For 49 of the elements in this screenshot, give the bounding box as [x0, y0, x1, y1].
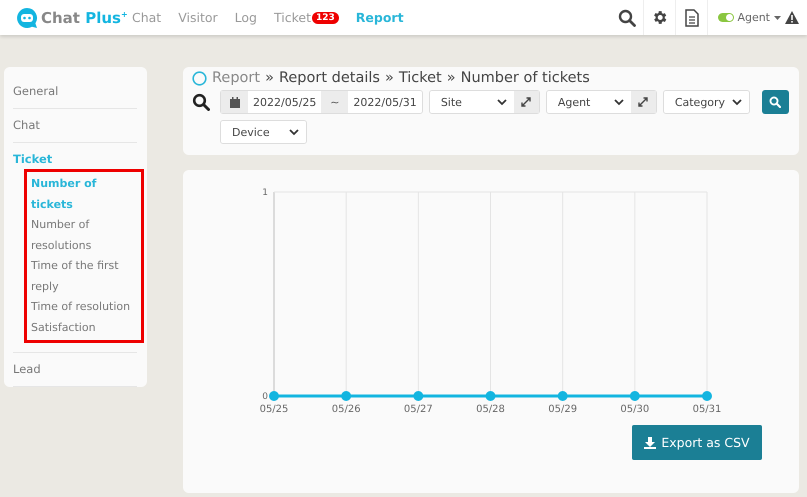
- status-toggle[interactable]: [718, 13, 734, 22]
- sidebar-subitem[interactable]: Satisfaction: [31, 318, 135, 338]
- select-field[interactable]: Category: [664, 91, 749, 113]
- axis-label: 05/25: [260, 404, 288, 415]
- search-button[interactable]: [762, 90, 789, 114]
- breadcrumb-item: Ticket: [398, 70, 442, 86]
- chevron-icon: [732, 98, 742, 106]
- search-icon: [769, 96, 782, 108]
- chat-bubble-icon: [16, 6, 38, 28]
- nav-tab[interactable]: Ticket 123: [274, 10, 339, 25]
- download-icon: [644, 436, 656, 448]
- breadcrumb-separator: »: [384, 70, 394, 86]
- logo-text: Chat Plus$^{+}$: [41, 8, 128, 26]
- axis-label: 05/27: [404, 404, 433, 415]
- nav-tab[interactable]: Chat: [132, 10, 162, 25]
- sidebar-subitem[interactable]: Number of resolutions: [31, 215, 135, 256]
- select-field[interactable]: Device: [221, 121, 306, 143]
- axis-label: 05/30: [620, 404, 650, 415]
- axis-label: 0: [262, 392, 268, 402]
- export-button[interactable]: Export as CSV: [632, 425, 762, 460]
- axis-label: 1: [262, 188, 268, 198]
- search-icon: [618, 8, 636, 26]
- count-badge: 123: [312, 12, 339, 24]
- circle-icon: [192, 70, 207, 86]
- nav-tab[interactable]: Log: [234, 10, 257, 25]
- breadcrumb-separator: »: [265, 70, 274, 86]
- sidebar-subitem[interactable]: Number of tickets: [31, 174, 135, 215]
- document-icon: [684, 8, 699, 26]
- agent-menu[interactable]: Agent: [707, 0, 783, 35]
- sidebar-item[interactable]: Lead: [13, 361, 137, 378]
- caret-icon: [774, 16, 781, 20]
- axis-label: 05/26: [332, 404, 361, 415]
- sidebar-subitem[interactable]: Time of the first reply: [31, 256, 135, 297]
- nav-tab[interactable]: Report: [356, 10, 404, 25]
- breadcrumb-separator: »: [446, 70, 456, 86]
- axis-label: 05/29: [548, 404, 578, 415]
- axis-label: 05/31: [692, 404, 722, 415]
- sidebar-subitem[interactable]: Time of resolution: [31, 297, 135, 318]
- sidebar-item[interactable]: Ticket: [13, 151, 137, 168]
- breadcrumb-item: Number of tickets: [460, 70, 590, 86]
- sidebar-item[interactable]: General: [13, 83, 137, 100]
- nav-tab[interactable]: Visitor: [178, 10, 218, 25]
- chevron-icon: [289, 128, 299, 136]
- search-icon: [192, 93, 210, 111]
- warning-icon: [785, 11, 799, 24]
- breadcrumb-item: Report details: [278, 70, 380, 86]
- breadcrumb-link[interactable]: Report: [212, 70, 260, 86]
- axis-label: 05/28: [476, 404, 505, 415]
- sidebar-item[interactable]: Chat: [13, 117, 137, 134]
